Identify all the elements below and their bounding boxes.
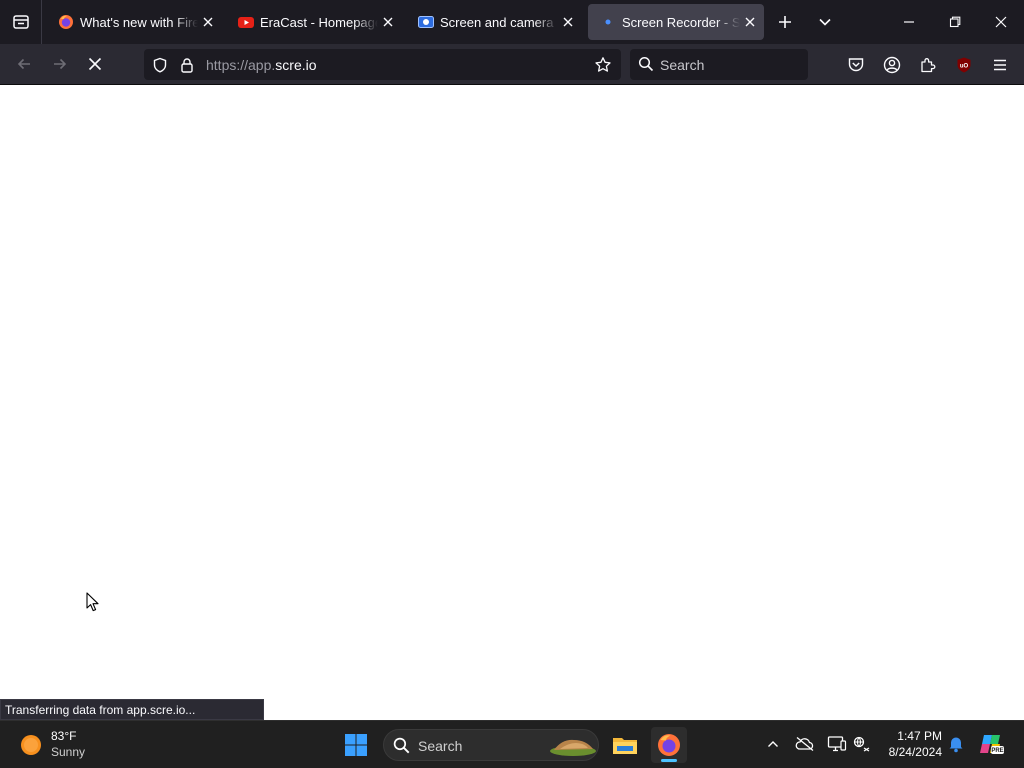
taskbar-clock[interactable]: 1:47 PM 8/24/2024 (878, 728, 942, 760)
network-icon (853, 736, 870, 752)
close-icon[interactable] (200, 14, 216, 30)
recorder-icon (418, 14, 434, 30)
account-button[interactable] (878, 51, 906, 79)
weather-temperature: 83°F (51, 729, 77, 743)
minimize-button[interactable] (886, 0, 932, 44)
weather-condition: Sunny (51, 745, 86, 759)
close-window-button[interactable] (978, 0, 1024, 44)
ublock-icon: uO (957, 57, 971, 73)
puzzle-icon (921, 58, 936, 73)
tab-title: Screen and camera recorder (440, 14, 558, 30)
monitor-icon (827, 736, 847, 752)
file-explorer-button[interactable] (607, 727, 643, 763)
plus-icon (779, 16, 791, 28)
network-tray-button[interactable] (850, 732, 874, 756)
arrow-left-icon (17, 58, 30, 70)
weather-widget[interactable]: 83°F Sunny (12, 727, 122, 763)
notifications-button[interactable] (944, 732, 968, 756)
extensions-button[interactable] (914, 51, 942, 79)
lock-icon[interactable] (178, 56, 196, 74)
svg-text:PRE: PRE (991, 748, 1003, 754)
firefox-icon (58, 14, 74, 30)
close-icon[interactable] (742, 14, 758, 30)
windows-logo-icon (345, 734, 367, 756)
sun-icon (21, 735, 41, 755)
clock-time: 1:47 PM (897, 729, 942, 743)
tab-whats-new[interactable]: What's new with Firefox (46, 4, 222, 40)
taskbar-search-placeholder: Search (418, 738, 463, 754)
ublock-origin-button[interactable]: uO (950, 51, 978, 79)
search-icon (393, 737, 410, 754)
clock-date: 8/24/2024 (888, 745, 942, 759)
firefox-icon (658, 734, 680, 756)
mouse-cursor-icon (86, 592, 100, 612)
cloud-off-icon (795, 736, 814, 752)
start-button[interactable] (338, 727, 374, 763)
youtube-icon (238, 14, 254, 30)
tab-title: Screen Recorder - Screen (622, 14, 740, 30)
folder-icon (613, 738, 637, 754)
new-tab-button[interactable] (771, 8, 799, 36)
chevron-down-icon (819, 18, 831, 26)
minimize-icon (904, 21, 914, 23)
display-tray-button[interactable] (825, 732, 849, 756)
forward-button[interactable] (45, 50, 75, 78)
navigation-toolbar: https://app.scre.io Search uO (0, 44, 1024, 85)
bell-icon (949, 737, 963, 753)
svg-text:uO: uO (960, 64, 969, 70)
taskbar-search-box[interactable]: Search (383, 729, 599, 761)
tab-bar: What's new with Firefox EraCast - Homepa… (0, 0, 1024, 44)
search-placeholder: Search (660, 57, 705, 73)
arrow-right-icon (54, 58, 67, 70)
search-icon (638, 56, 654, 72)
url-bar[interactable]: https://app.scre.io (144, 49, 621, 80)
close-icon (995, 16, 1007, 28)
tab-screen-recorder[interactable]: Screen Recorder - Screen (588, 4, 764, 40)
chevron-up-icon (768, 741, 778, 747)
pocket-button[interactable] (842, 51, 870, 79)
page-content (0, 85, 1024, 720)
loading-dot-icon (600, 14, 616, 30)
copilot-button[interactable]: PRE (978, 730, 1006, 758)
url-scheme: https://app. (206, 57, 276, 73)
close-icon[interactable] (560, 14, 576, 30)
stop-loading-button[interactable] (80, 50, 110, 78)
hamburger-menu-icon (994, 59, 1006, 71)
firefox-view-button[interactable] (0, 0, 42, 44)
app-menu-button[interactable] (986, 51, 1014, 79)
back-button[interactable] (9, 50, 39, 78)
tab-eracast[interactable]: EraCast - Homepage (226, 4, 402, 40)
restore-icon (949, 16, 961, 28)
bookmark-star-icon[interactable] (594, 56, 612, 74)
list-all-tabs-button[interactable] (811, 8, 839, 36)
copilot-icon: PRE (980, 735, 1004, 754)
firefox-taskbar-button[interactable] (651, 727, 687, 763)
restore-button[interactable] (932, 0, 978, 44)
status-panel: Transferring data from app.scre.io... (0, 699, 264, 720)
running-app-indicator (661, 759, 677, 762)
tab-title: What's new with Firefox (80, 14, 198, 30)
url-host: scre.io (275, 57, 317, 73)
search-bar[interactable]: Search (630, 49, 808, 80)
account-icon (883, 56, 901, 74)
show-hidden-icons-button[interactable] (761, 732, 785, 756)
url-text: https://app.scre.io (206, 57, 317, 73)
pocket-icon (848, 58, 864, 72)
shield-icon[interactable] (151, 56, 169, 74)
search-highlight-illustration-icon (550, 739, 596, 756)
firefox-view-icon (12, 15, 29, 29)
stop-icon (88, 57, 102, 71)
tab-title: EraCast - Homepage (260, 14, 378, 30)
tab-screen-camera-recorder[interactable]: Screen and camera recorder (406, 4, 582, 40)
close-icon[interactable] (380, 14, 396, 30)
onedrive-tray-button[interactable] (793, 732, 817, 756)
